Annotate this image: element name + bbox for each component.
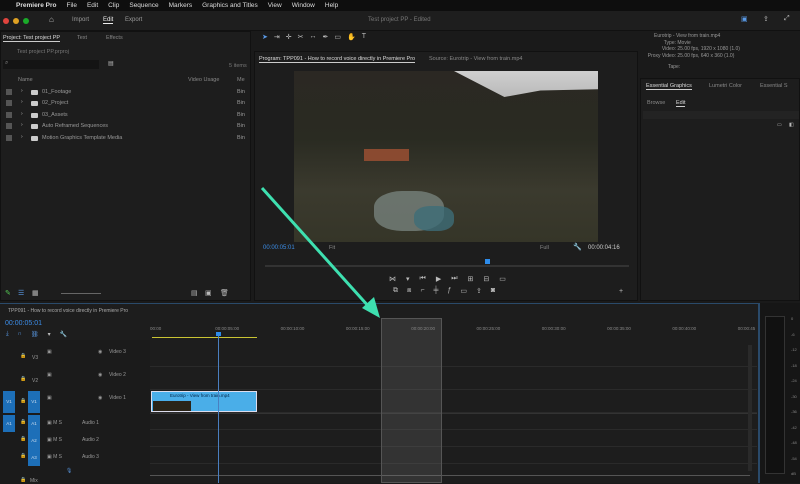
annotation-arrow (260, 186, 380, 318)
